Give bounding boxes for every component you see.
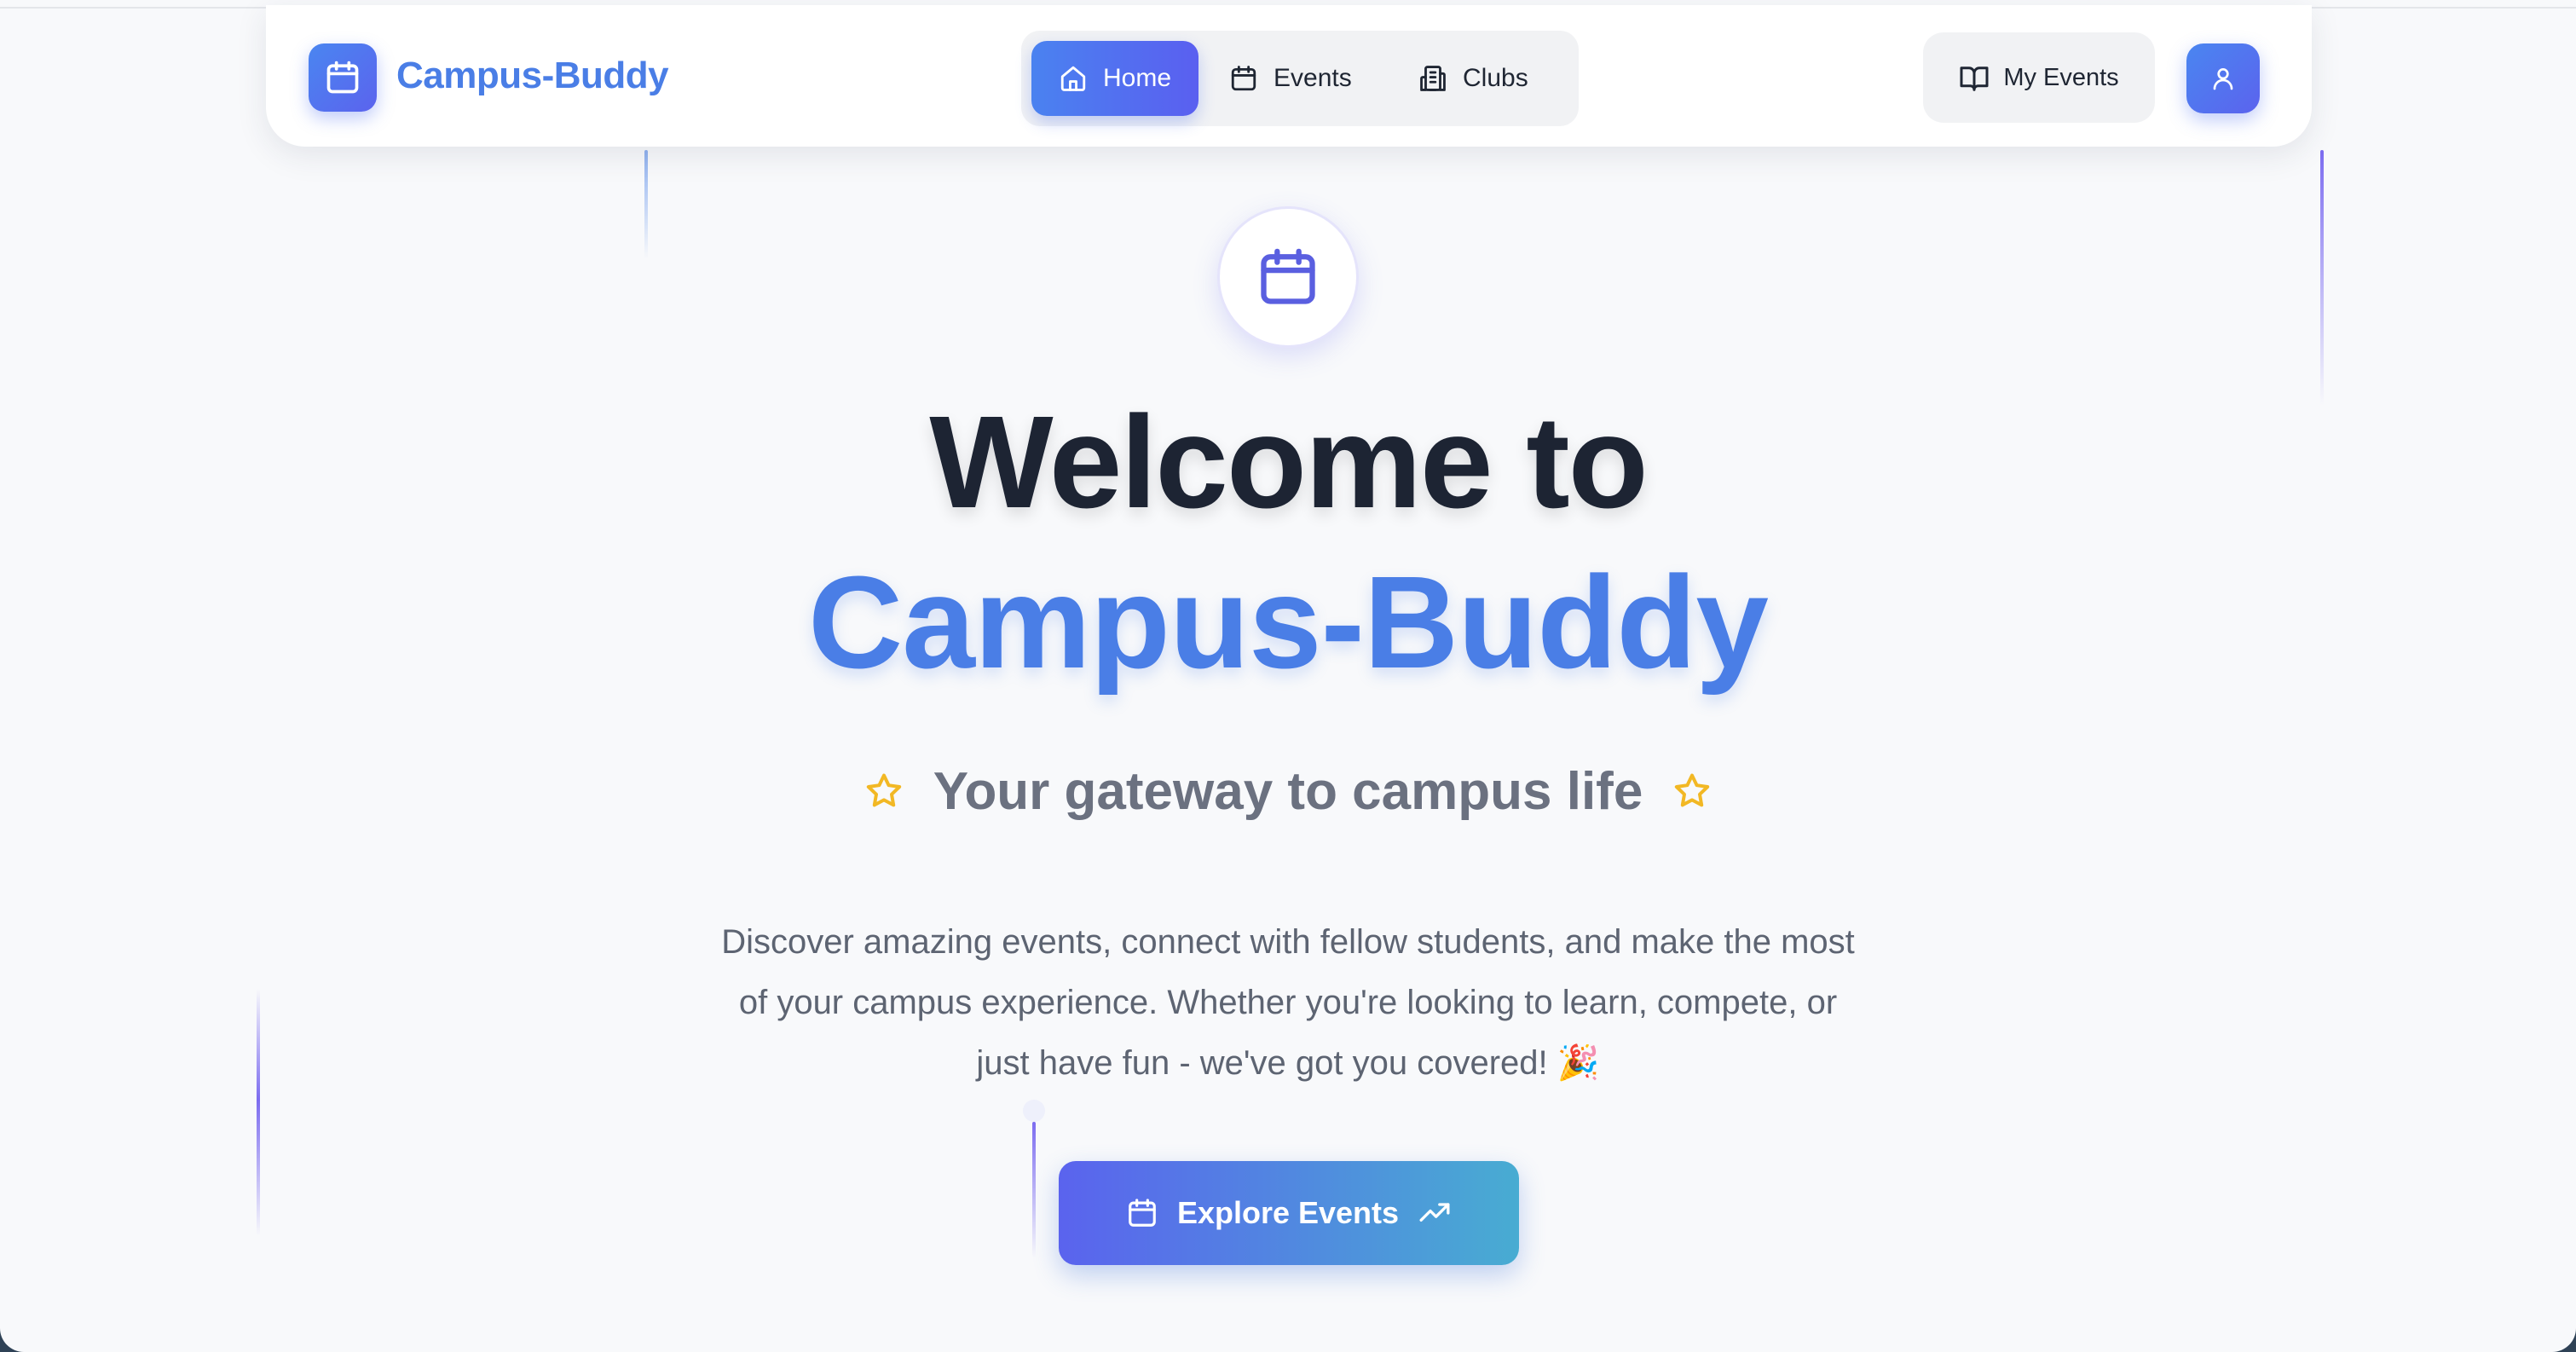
hero-tagline-row: Your gateway to campus life [0, 757, 2576, 825]
brand-logo[interactable] [309, 43, 377, 112]
nav-home-label: Home [1103, 64, 1172, 92]
decorative-streak [1032, 1122, 1036, 1258]
hero-title-line2: Campus-Buddy [808, 549, 1769, 696]
book-open-icon [1960, 66, 1989, 91]
explore-events-button[interactable]: Explore Events [1059, 1161, 1519, 1265]
home-icon [1060, 66, 1086, 91]
top-navbar: Campus-Buddy Home Events Clubs My Events [266, 5, 2312, 147]
calendar-icon [1231, 66, 1256, 91]
user-icon [2213, 68, 2233, 90]
screen: Campus-Buddy Home Events Clubs My Events… [0, 0, 2576, 1352]
decorative-streak [644, 150, 648, 259]
hero-tagline: Your gateway to campus life [933, 761, 1643, 821]
hero-icon-badge [1217, 206, 1359, 348]
hero-title-line1: Welcome to [929, 389, 1648, 535]
explore-events-label: Explore Events [1176, 1195, 1400, 1230]
nav-home[interactable]: Home [1031, 41, 1198, 116]
decorative-streak [257, 989, 260, 1236]
calendar-icon [326, 61, 359, 94]
decorative-streak [2320, 150, 2324, 406]
trending-up-icon [1419, 1203, 1450, 1222]
star-icon [1675, 773, 1710, 807]
calendar-icon [1261, 248, 1315, 304]
decorative-dot [1023, 1100, 1045, 1122]
main-nav: Home Events Clubs [1021, 31, 1579, 126]
calendar-icon [1129, 1199, 1156, 1227]
nav-clubs-label: Clubs [1463, 64, 1528, 92]
nav-clubs[interactable]: Clubs [1418, 41, 1563, 116]
my-events-label: My Events [2003, 63, 2119, 91]
app-window: Campus-Buddy Home Events Clubs My Events… [0, 0, 2576, 1352]
my-events-button[interactable]: My Events [1923, 32, 2155, 123]
profile-button[interactable] [2186, 43, 2260, 113]
star-icon [866, 773, 901, 807]
brand-name[interactable]: Campus-Buddy [396, 55, 669, 97]
building-icon [1420, 66, 1446, 91]
nav-events-label: Events [1274, 64, 1352, 92]
hero-description: Discover amazing events, connect with fe… [721, 923, 1855, 1082]
nav-events[interactable]: Events [1229, 41, 1374, 116]
